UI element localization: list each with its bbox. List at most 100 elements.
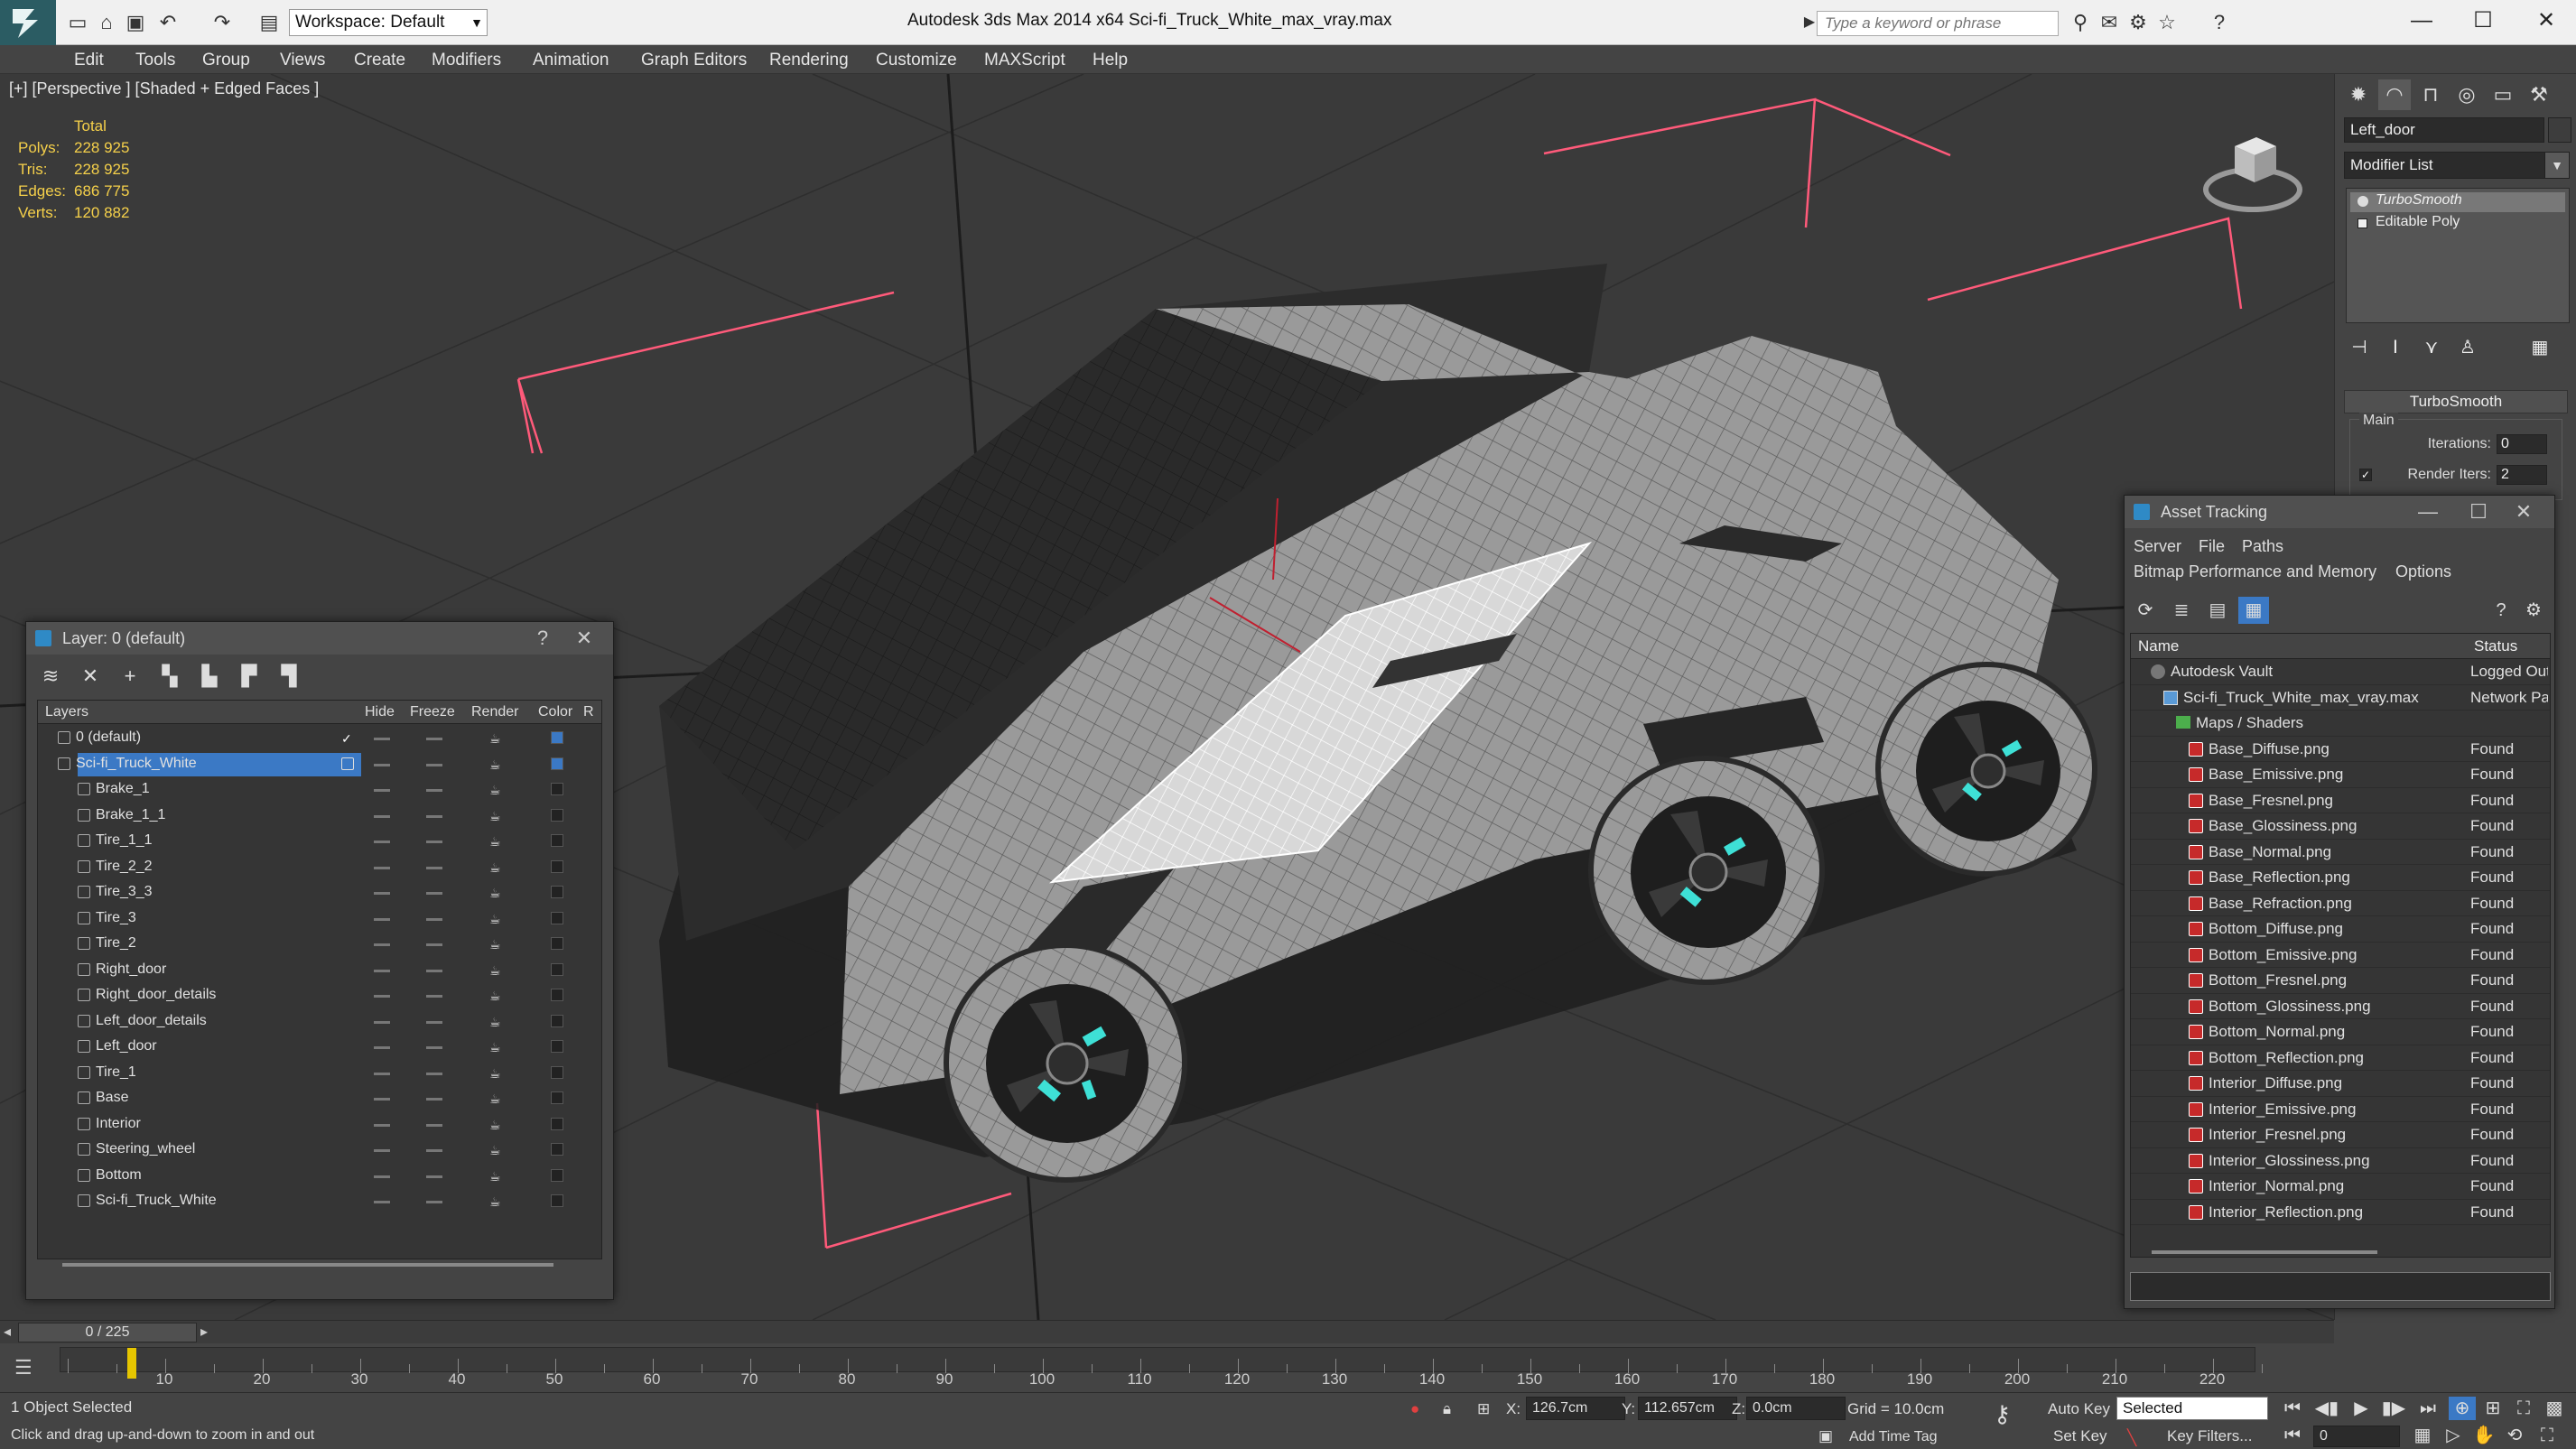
next-frame-icon[interactable]: ▮▶ (2380, 1397, 2407, 1420)
layer-color-swatch[interactable] (551, 1194, 563, 1207)
render-teapot-icon[interactable]: ☕︎ (489, 989, 504, 1003)
viewcube-icon[interactable] (2199, 119, 2307, 218)
layer-name[interactable]: Tire_2_2 (96, 859, 153, 875)
render-teapot-icon[interactable]: ☕︎ (489, 834, 504, 849)
menu-tools[interactable]: Tools (135, 51, 175, 70)
layer-name[interactable]: Tire_1 (96, 1064, 136, 1081)
layer-name[interactable]: Brake_1 (96, 781, 150, 797)
asset-path-field[interactable] (2130, 1272, 2551, 1301)
render-teapot-icon[interactable]: ☕︎ (489, 1118, 504, 1132)
layer-row[interactable]: Tire_1 ☕︎ (38, 1061, 601, 1086)
hide-all-icon[interactable]: ▜ (274, 662, 304, 691)
modifier-list-dropdown[interactable]: Modifier List (2344, 152, 2562, 179)
goto-end-icon[interactable]: ⏭ (2414, 1397, 2441, 1420)
layer-name[interactable]: Bottom (96, 1167, 142, 1184)
col-hide[interactable]: Hide (365, 704, 395, 720)
freeze-toggle[interactable] (426, 995, 442, 998)
lightbulb-icon[interactable] (2357, 196, 2368, 207)
hide-toggle[interactable] (374, 1046, 390, 1049)
layer-color-swatch[interactable] (551, 1168, 563, 1182)
menu-edit[interactable]: Edit (74, 51, 104, 70)
freeze-toggle[interactable] (426, 814, 442, 818)
layer-color-swatch[interactable] (551, 886, 563, 898)
layer-name[interactable]: Sci-fi_Truck_White (96, 1193, 217, 1209)
delete-layer-icon[interactable]: ✕ (75, 662, 106, 691)
object-name-field[interactable]: Left_door (2344, 117, 2544, 143)
asset-row[interactable]: Base_Emissive.png Found (2131, 762, 2550, 788)
menu-bitmap-performance[interactable]: Bitmap Performance and Memory (2134, 562, 2376, 581)
menu-group[interactable]: Group (202, 51, 250, 70)
layer-name[interactable]: 0 (default) (76, 729, 141, 746)
time-slider-thumb[interactable]: 0 / 225 (18, 1323, 197, 1342)
hide-toggle[interactable] (374, 1149, 390, 1152)
freeze-toggle[interactable] (426, 1123, 442, 1127)
key-mode-toggle-icon[interactable]: ⏮ (2279, 1424, 2306, 1447)
layer-color-swatch[interactable] (551, 757, 563, 770)
menu-animation[interactable]: Animation (533, 51, 609, 70)
render-teapot-icon[interactable]: ☕︎ (489, 731, 504, 746)
layer-color-swatch[interactable] (551, 834, 563, 847)
workspace-dropdown[interactable]: Workspace: Default ▼ (289, 9, 488, 36)
asset-row[interactable]: Interior_Reflection.png Found (2131, 1200, 2550, 1225)
layer-name[interactable]: Tire_2 (96, 935, 136, 952)
x-coordinate-field[interactable]: 126.7cm (1526, 1397, 1625, 1420)
zoom-all-icon[interactable]: ⊞ (2479, 1397, 2506, 1420)
layer-row[interactable]: Base ☕︎ (38, 1086, 601, 1111)
asset-row[interactable]: Base_Glossiness.png Found (2131, 813, 2550, 840)
table-view-icon[interactable]: ▤ (2202, 597, 2233, 624)
menu-rendering[interactable]: Rendering (769, 51, 849, 70)
asset-row[interactable]: Interior_Glossiness.png Found (2131, 1148, 2550, 1174)
favorites-star-icon[interactable]: ☆ (2154, 11, 2180, 34)
layer-name[interactable]: Sci-fi_Truck_White (76, 756, 197, 772)
asset-row[interactable]: Bottom_Normal.png Found (2131, 1019, 2550, 1045)
render-teapot-icon[interactable]: ☕︎ (489, 1015, 504, 1029)
motion-tab-icon[interactable]: ◎ (2450, 79, 2483, 110)
layer-name[interactable]: Tire_1_1 (96, 832, 153, 849)
save-file-icon[interactable]: ▣ (123, 11, 148, 34)
project-folder-icon[interactable]: ▤ (256, 11, 282, 34)
render-teapot-icon[interactable]: ☕︎ (489, 1143, 504, 1157)
render-teapot-icon[interactable]: ☕︎ (489, 1091, 504, 1106)
menu-create[interactable]: Create (354, 51, 405, 70)
redo-icon[interactable]: ↷ (209, 11, 235, 34)
maximize-viewport-icon[interactable]: ⛶ (2534, 1424, 2561, 1447)
col-layers[interactable]: Layers (45, 704, 88, 720)
dialog-title-bar[interactable]: Asset Tracking — ☐ ✕ (2125, 496, 2554, 528)
minimize-icon[interactable]: — (2404, 7, 2440, 34)
asset-row[interactable]: Base_Fresnel.png Found (2131, 788, 2550, 813)
freeze-toggle[interactable] (426, 841, 442, 843)
layer-row[interactable]: Tire_2 ☕︎ (38, 932, 601, 957)
render-teapot-icon[interactable]: ☕︎ (489, 886, 504, 900)
layer-row[interactable]: 0 (default) ✓ ☕︎ (38, 726, 601, 751)
layer-color-swatch[interactable] (551, 911, 563, 924)
hide-toggle[interactable] (374, 892, 390, 895)
layer-row[interactable]: Tire_1_1 ☕︎ (38, 829, 601, 854)
horizontal-scrollbar[interactable] (62, 1263, 553, 1267)
layer-row[interactable]: Sci-fi_Truck_White ☕︎ (38, 752, 601, 777)
display-tab-icon[interactable]: ▭ (2487, 79, 2519, 110)
layer-row[interactable]: Left_door_details ☕︎ (38, 1009, 601, 1035)
layer-color-swatch[interactable] (551, 989, 563, 1001)
key-mode-dropdown[interactable]: Selected (2116, 1397, 2268, 1420)
layer-color-swatch[interactable] (551, 937, 563, 950)
layer-color-swatch[interactable] (551, 731, 563, 744)
create-layer-icon[interactable]: ≋ (35, 662, 66, 691)
remove-modifier-icon[interactable]: ♙ (2454, 336, 2481, 361)
layer-name[interactable]: Steering_wheel (96, 1141, 195, 1157)
col-status[interactable]: Status (2474, 637, 2517, 655)
layer-name[interactable]: Right_door_details (96, 987, 216, 1003)
absolute-mode-icon[interactable]: ⊞ (1477, 1400, 1490, 1418)
asset-row[interactable]: Maps / Shaders (2131, 711, 2550, 737)
render-teapot-icon[interactable]: ☕︎ (489, 1040, 504, 1054)
pan-view-icon[interactable]: ✋ (2470, 1424, 2497, 1447)
hide-toggle[interactable] (374, 1201, 390, 1203)
render-teapot-icon[interactable]: ☕︎ (489, 757, 504, 772)
layer-name[interactable]: Right_door (96, 961, 166, 978)
help-icon[interactable]: ? (2207, 11, 2232, 34)
object-color-swatch[interactable] (2548, 117, 2571, 143)
menu-maxscript[interactable]: MAXScript (984, 51, 1065, 70)
new-file-icon[interactable]: ▭ (65, 11, 90, 34)
render-teapot-icon[interactable]: ☕︎ (489, 963, 504, 978)
isolate-pin-icon[interactable]: ● (1410, 1400, 1419, 1418)
hide-toggle[interactable] (374, 841, 390, 843)
